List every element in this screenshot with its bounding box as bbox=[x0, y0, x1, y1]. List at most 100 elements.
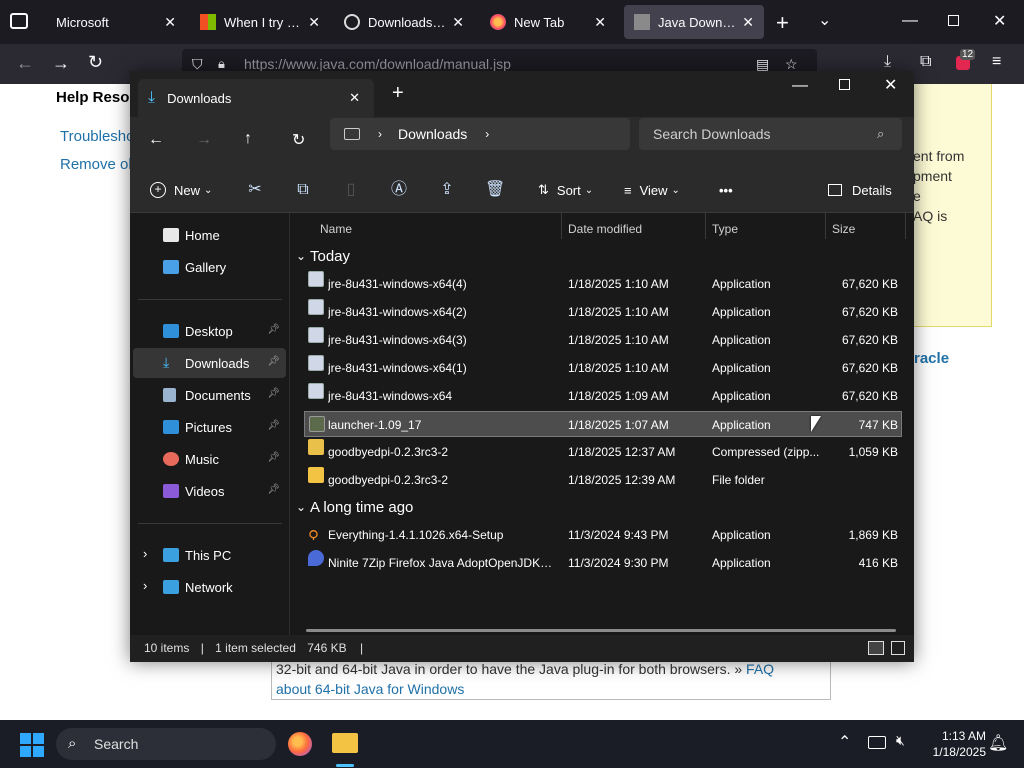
page-link[interactable]: Troublesho bbox=[60, 128, 135, 145]
chevron-down-icon[interactable]: ⌄ bbox=[296, 500, 306, 514]
pin-icon[interactable]: 📌︎ bbox=[267, 484, 280, 495]
clock[interactable]: 1:13 AM 1/18/2025 bbox=[920, 728, 986, 760]
tab-overview-icon[interactable] bbox=[10, 13, 28, 29]
new-tab-icon[interactable]: + bbox=[392, 82, 404, 105]
pin-icon[interactable]: 📌︎ bbox=[267, 356, 280, 367]
explorer-tab[interactable]: ⤓ Downloads ✕ bbox=[138, 79, 374, 117]
reload-icon[interactable]: ↻ bbox=[88, 52, 103, 73]
chevron-down-icon[interactable]: ⌄ bbox=[296, 249, 306, 263]
close-tab-icon[interactable]: ✕ bbox=[349, 90, 360, 106]
details-button[interactable]: Details bbox=[828, 167, 892, 213]
column-header-type[interactable]: Type bbox=[712, 219, 738, 239]
chevron-right-icon[interactable]: › bbox=[378, 127, 382, 141]
column-header-date[interactable]: Date modified bbox=[568, 219, 642, 239]
paste-icon[interactable]: ▯ bbox=[341, 180, 361, 200]
close-tab-icon[interactable]: ✕ bbox=[308, 14, 320, 31]
list-tabs-icon[interactable]: ⌄ bbox=[818, 10, 831, 30]
nav-item-gallery[interactable]: Gallery bbox=[133, 252, 286, 282]
pin-icon[interactable]: 📌︎ bbox=[267, 420, 280, 431]
group-header[interactable]: Today bbox=[310, 245, 350, 269]
pin-icon[interactable]: 📌︎ bbox=[267, 324, 280, 335]
nav-item-desktop[interactable]: Desktop 📌︎ bbox=[133, 316, 286, 346]
file-row[interactable]: ⚲ Everything-1.4.1.1026.x64-Setup 11/3/2… bbox=[304, 522, 902, 548]
file-row[interactable]: Ninite 7Zip Firefox Java AdoptOpenJDK x.… bbox=[304, 550, 902, 576]
cut-icon[interactable]: ✂ bbox=[245, 180, 265, 200]
browser-tab[interactable]: New Tab ✕ bbox=[480, 5, 616, 39]
file-row[interactable]: jre-8u431-windows-x64(3) 1/18/2025 1:10 … bbox=[304, 327, 902, 353]
group-header[interactable]: A long time ago bbox=[310, 496, 413, 520]
column-separator[interactable] bbox=[905, 213, 906, 239]
volume-muted-icon[interactable]: 🔇︎ bbox=[896, 732, 905, 749]
extensions-icon[interactable]: ⧉ bbox=[920, 53, 931, 71]
delete-icon[interactable]: 🗑︎ bbox=[485, 180, 505, 200]
up-icon[interactable]: ↑ bbox=[244, 130, 252, 148]
horizontal-scrollbar[interactable] bbox=[306, 629, 896, 632]
browser-tab[interactable]: When I try to ac ✕ bbox=[190, 5, 330, 39]
forward-icon[interactable]: → bbox=[196, 131, 212, 149]
new-button[interactable]: + New ⌄ bbox=[150, 167, 212, 213]
nav-item-videos[interactable]: Videos 📌︎ bbox=[133, 476, 286, 506]
close-window-icon[interactable]: ✕ bbox=[993, 11, 1006, 31]
forward-icon[interactable]: → bbox=[52, 53, 70, 74]
column-separator[interactable] bbox=[561, 213, 562, 239]
new-tab-icon[interactable]: + bbox=[776, 10, 789, 36]
notification-bell-icon[interactable]: 🔔︎ bbox=[988, 733, 1008, 753]
address-segment[interactable]: Downloads bbox=[398, 126, 467, 142]
file-row[interactable]: jre-8u431-windows-x64(2) 1/18/2025 1:10 … bbox=[304, 299, 902, 325]
address-bar[interactable]: › Downloads › bbox=[330, 118, 630, 150]
browser-tab[interactable]: Microsoft ✕ bbox=[46, 5, 186, 39]
browser-tab[interactable]: Downloads - Be ✕ bbox=[334, 5, 474, 39]
chevron-up-icon[interactable]: ⌃ bbox=[838, 732, 851, 752]
back-icon[interactable]: ← bbox=[16, 53, 34, 74]
maximize-icon[interactable] bbox=[839, 79, 850, 90]
details-view-icon[interactable] bbox=[868, 641, 884, 655]
faq-link[interactable]: about 64-bit Java for Windows bbox=[276, 681, 464, 697]
page-link[interactable]: Remove ol bbox=[60, 156, 132, 173]
restore-icon[interactable] bbox=[948, 15, 959, 26]
nav-item-downloads[interactable]: ⤓ Downloads 📌︎ bbox=[133, 348, 286, 378]
rename-icon[interactable]: Ⓐ bbox=[389, 180, 409, 200]
windows-start-icon[interactable] bbox=[20, 733, 44, 757]
tiles-view-icon[interactable] bbox=[891, 641, 905, 655]
nav-item-network[interactable]: › Network bbox=[133, 572, 286, 602]
menu-icon[interactable]: ≡ bbox=[992, 53, 1001, 71]
chevron-right-icon[interactable]: › bbox=[143, 578, 147, 593]
close-tab-icon[interactable]: ✕ bbox=[742, 14, 754, 31]
nav-item-this-pc[interactable]: › This PC bbox=[133, 540, 286, 570]
share-icon[interactable]: ⇪ bbox=[437, 180, 457, 200]
file-row[interactable]: jre-8u431-windows-x64(1) 1/18/2025 1:10 … bbox=[304, 355, 902, 381]
browser-tab-active[interactable]: Java Downloads ✕ bbox=[624, 5, 764, 39]
file-row[interactable]: goodbyedpi-0.2.3rc3-2 1/18/2025 12:37 AM… bbox=[304, 439, 902, 465]
nav-item-documents[interactable]: Documents 📌︎ bbox=[133, 380, 286, 410]
pin-icon[interactable]: 📌︎ bbox=[267, 388, 280, 399]
sort-button[interactable]: ⇅ Sort ⌄ bbox=[538, 167, 593, 213]
nav-item-pictures[interactable]: Pictures 📌︎ bbox=[133, 412, 286, 442]
minimize-icon[interactable]: — bbox=[902, 12, 918, 30]
column-header-size[interactable]: Size bbox=[832, 219, 855, 239]
firefox-taskbar-icon[interactable] bbox=[288, 732, 312, 756]
file-explorer-taskbar-icon[interactable] bbox=[332, 733, 358, 753]
close-tab-icon[interactable]: ✕ bbox=[594, 14, 606, 31]
refresh-icon[interactable]: ↻ bbox=[292, 130, 305, 150]
column-header-name[interactable]: Name bbox=[320, 219, 352, 239]
minimize-icon[interactable]: — bbox=[792, 77, 808, 95]
downloads-icon[interactable]: ⤓ bbox=[884, 53, 891, 71]
oracle-link[interactable]: racle bbox=[914, 350, 949, 367]
close-tab-icon[interactable]: ✕ bbox=[452, 14, 464, 31]
close-tab-icon[interactable]: ✕ bbox=[164, 14, 176, 31]
file-row[interactable]: goodbyedpi-0.2.3rc3-2 1/18/2025 12:39 AM… bbox=[304, 467, 902, 493]
taskbar-search[interactable]: ⌕ Search bbox=[56, 728, 276, 760]
display-icon[interactable] bbox=[868, 736, 886, 749]
file-row[interactable]: jre-8u431-windows-x64(4) 1/18/2025 1:10 … bbox=[304, 271, 902, 297]
column-separator[interactable] bbox=[705, 213, 706, 239]
close-window-icon[interactable]: ✕ bbox=[884, 75, 897, 95]
column-separator[interactable] bbox=[825, 213, 826, 239]
copy-icon[interactable]: ⧉ bbox=[293, 180, 313, 200]
pin-icon[interactable]: 📌︎ bbox=[267, 452, 280, 463]
chevron-right-icon[interactable]: › bbox=[143, 546, 147, 561]
back-icon[interactable]: ← bbox=[148, 131, 164, 149]
more-options-button[interactable]: ••• bbox=[719, 167, 733, 213]
faq-link[interactable]: FAQ bbox=[746, 661, 774, 677]
nav-item-music[interactable]: Music 📌︎ bbox=[133, 444, 286, 474]
chevron-right-icon[interactable]: › bbox=[485, 127, 489, 141]
